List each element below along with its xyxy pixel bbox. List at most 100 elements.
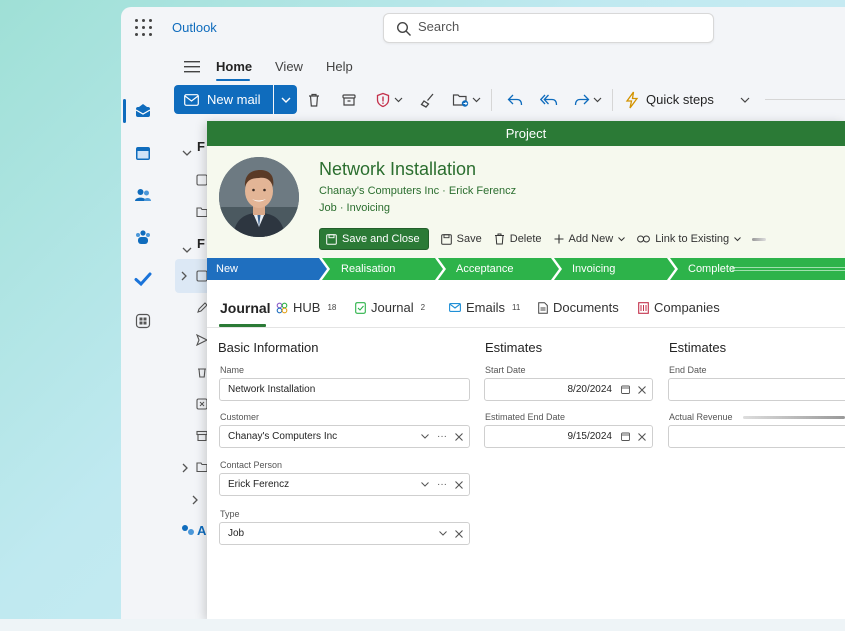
report-shield-icon[interactable] [374,91,392,109]
sweep-brush-icon[interactable] [419,91,437,109]
more-icon[interactable]: ··· [437,474,447,495]
tab-help[interactable]: Help [326,59,353,74]
save-and-close-button[interactable]: Save and Close [319,228,429,250]
contact-value: Erick Ferencz [228,479,290,490]
close-icon[interactable] [455,529,463,538]
add-new-button[interactable]: Add New [554,233,626,245]
tab-label: Journal [371,300,414,315]
envelope-icon [184,93,199,106]
start-date-value: 8/20/2024 [567,384,613,395]
company-link[interactable]: Chanay's Computers Inc [319,185,439,197]
tab-label: HUB [293,300,321,315]
more-icon[interactable]: ··· [437,426,447,447]
quick-steps-button[interactable]: Quick steps [620,85,732,114]
chevron-down-icon[interactable] [421,482,429,487]
stage-acceptance[interactable]: Acceptance [441,258,557,280]
search-input[interactable] [418,19,678,34]
field-icons: ··· [421,474,463,495]
apps-icon[interactable] [129,307,157,335]
contact-field[interactable]: Erick Ferencz ··· [219,473,470,496]
tab-companies[interactable]: Companies [638,300,720,315]
stage-new[interactable]: New [207,258,325,280]
calendar-icon[interactable] [621,432,630,441]
link-to-existing-label: Link to Existing [655,233,730,245]
toolbar-divider [612,89,613,111]
quick-steps-label: Quick steps [646,92,714,107]
project-name: Network Installation [319,159,477,179]
customer-field[interactable]: Chanay's Computers Inc ··· [219,425,470,448]
tab-journal-main[interactable]: Journal [220,300,271,316]
stage-invoicing[interactable]: Invoicing [557,258,673,280]
tab-journal[interactable]: Journal 2 [355,300,425,315]
new-mail-dropdown[interactable] [274,85,297,114]
estimated-end-field[interactable]: 9/15/2024 [484,425,653,448]
project-company-contact: Chanay's Computers Inc · Erick Ferencz [319,185,516,197]
name-field[interactable]: Network Installation [219,378,470,401]
toolbar-divider [491,89,492,111]
project-tabs: Journal HUB 18 Journal 2 Emails 11 Docum… [207,280,845,328]
save-button[interactable]: Save [440,233,482,245]
reply-icon[interactable] [506,91,524,109]
folder-group-label[interactable]: F [197,139,205,154]
hub-icon [276,302,288,313]
start-date-field[interactable]: 8/20/2024 [484,378,653,401]
chevron-down-icon[interactable] [592,91,602,109]
stage-complete[interactable]: Complete [673,258,845,280]
calendar-icon[interactable] [129,139,157,167]
field-icons [439,523,463,544]
basic-info-title: Basic Information [218,340,319,355]
stage-realisation[interactable]: Realisation [325,258,441,280]
project-actions: Save and Close Save Delete Add New Link … [319,228,767,250]
close-icon[interactable] [638,432,646,441]
contact-link[interactable]: Erick Ferencz [449,185,516,197]
close-icon[interactable] [638,385,646,394]
chevron-down-icon[interactable] [421,434,429,439]
groups-icon[interactable] [129,223,157,251]
archive-icon[interactable] [340,91,358,109]
app-launcher-icon[interactable] [135,19,153,37]
delete-icon[interactable] [305,91,323,109]
close-icon[interactable] [455,480,463,489]
chevron-down-icon[interactable] [393,91,403,109]
chevron-down-icon[interactable] [182,240,192,258]
actual-revenue-field[interactable] [668,425,845,448]
link-to-existing-button[interactable]: Link to Existing [637,233,767,245]
chevron-right-icon[interactable] [192,492,198,510]
folder-group-label[interactable]: F [197,236,205,251]
forward-icon[interactable] [573,91,591,109]
estimates-title-2: Estimates [669,340,727,355]
customer-label: Customer [220,412,260,422]
chevron-down-icon[interactable] [739,91,751,109]
close-icon[interactable] [455,432,463,441]
save-icon [326,233,337,245]
add-account-link[interactable]: A [197,523,206,538]
chevron-right-icon[interactable] [182,460,188,478]
delete-button[interactable]: Delete [494,233,542,245]
tab-hub[interactable]: HUB 18 [276,300,336,315]
chevron-down-icon[interactable] [182,143,192,161]
end-date-field[interactable] [668,378,845,401]
tab-view[interactable]: View [275,59,303,74]
overflow-fade [752,237,767,241]
save-icon [440,233,452,245]
tab-emails[interactable]: Emails 11 [449,300,520,315]
type-field[interactable]: Job [219,522,470,545]
mail-icon[interactable] [129,97,157,125]
link-icon [637,235,651,243]
tab-documents[interactable]: Documents [538,300,619,315]
chevron-down-icon[interactable] [471,91,481,109]
chevron-down-icon[interactable] [439,531,447,536]
tab-label: Documents [553,300,619,315]
reply-all-icon[interactable] [540,91,558,109]
add-account-icon[interactable] [181,523,195,542]
people-icon[interactable] [129,181,157,209]
new-mail-button[interactable]: New mail [174,85,273,114]
hamburger-icon[interactable] [184,60,200,79]
journal-icon [355,301,366,314]
todo-icon[interactable] [129,265,157,293]
calendar-icon[interactable] [621,385,630,394]
plus-icon [554,234,564,244]
move-to-folder-icon[interactable] [452,91,470,109]
tab-home[interactable]: Home [216,59,252,74]
search-box[interactable] [383,13,714,43]
